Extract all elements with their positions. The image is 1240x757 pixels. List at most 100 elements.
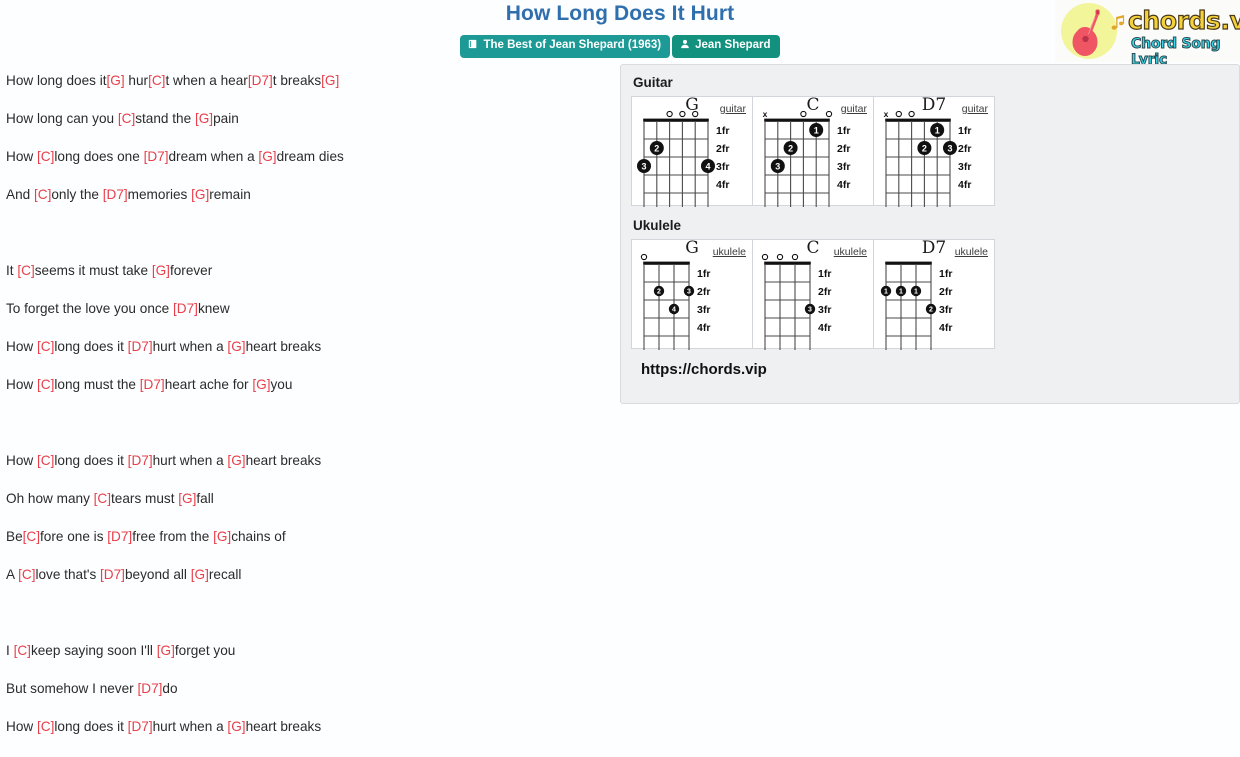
chord-token[interactable]: [C] xyxy=(37,720,54,734)
svg-text:3: 3 xyxy=(687,289,691,296)
lyric-text: heart breaks xyxy=(245,339,322,355)
chord-diagram-ukulele-C[interactable]: Cukulele 1fr 2fr 3fr 4fr 3 xyxy=(752,238,874,355)
chord-diagram-guitar-C[interactable]: Cguitar x 1fr 2fr 3fr 4fr 1 2 3 xyxy=(752,95,874,212)
chord-token[interactable]: [C] xyxy=(94,492,111,506)
panel-url[interactable]: https://chords.vip xyxy=(641,361,1229,378)
svg-text:2fr: 2fr xyxy=(958,143,971,155)
lyric-line: But somehow I never [D7] do xyxy=(6,670,606,708)
chord-token[interactable]: [D7] xyxy=(140,378,165,392)
lyric-text: Oh how many xyxy=(6,491,94,507)
lyric-text: do xyxy=(162,681,178,697)
svg-text:1fr: 1fr xyxy=(939,268,952,280)
chord-token[interactable]: [D7] xyxy=(248,74,273,88)
chord-token[interactable]: [G] xyxy=(252,378,270,392)
lyric-text: I xyxy=(6,643,14,659)
chord-token[interactable]: [D7] xyxy=(173,302,198,316)
chord-token[interactable]: [C] xyxy=(37,378,54,392)
svg-text:1fr: 1fr xyxy=(716,125,729,137)
svg-text:2fr: 2fr xyxy=(716,143,729,155)
chord-token[interactable]: [G] xyxy=(107,74,125,88)
lyric-line: Oh how many [C] tears must [G] fall xyxy=(6,480,606,518)
chord-token[interactable]: [G] xyxy=(178,492,196,506)
lyric-text: forget you xyxy=(174,643,236,659)
chord-token[interactable]: [D7] xyxy=(100,568,125,582)
chord-token[interactable]: [C] xyxy=(14,644,31,658)
svg-text:4fr: 4fr xyxy=(837,179,850,191)
artist-badge-label: Jean Shepard xyxy=(695,39,771,51)
lyric-line: As [C]long as I [D7]keep loving [G]you xyxy=(6,746,606,757)
lyric-text: How long does it xyxy=(6,73,107,89)
svg-text:3: 3 xyxy=(808,307,812,314)
chord-token[interactable]: [D7] xyxy=(128,340,153,354)
svg-text:3fr: 3fr xyxy=(818,304,831,316)
chord-token[interactable]: [C] xyxy=(148,74,165,88)
chord-diagram-ukulele-D7[interactable]: D7 ukulele 1fr 2fr 3fr 4fr 1 1 1 2 xyxy=(873,238,995,355)
chord-token[interactable]: [C] xyxy=(37,340,54,354)
lyric-text: stand the xyxy=(135,111,195,127)
chord-token[interactable]: [C] xyxy=(18,568,35,582)
chord-token[interactable]: [D7] xyxy=(137,682,162,696)
lyric-text: pain xyxy=(213,111,239,127)
lyric-text: long does it xyxy=(54,339,128,355)
ukulele-section-title: Ukulele xyxy=(633,218,682,233)
site-logo[interactable]: chords.vip Chord Song Lyric xyxy=(1055,0,1240,69)
svg-text:x: x xyxy=(763,109,768,119)
artist-badge[interactable]: Jean Shepard xyxy=(672,35,780,58)
lyric-text: remain xyxy=(209,187,251,203)
lyric-text: dream when a xyxy=(168,149,259,165)
chord-token[interactable]: [G] xyxy=(195,112,213,126)
chord-token[interactable]: [G] xyxy=(227,454,245,468)
svg-text:x: x xyxy=(884,109,889,119)
lyric-line: I [C] keep saying soon I'll [G] forget you xyxy=(6,632,606,670)
ukulele-chord-row: Gukulele 1fr 2fr 3fr 4fr 2 3 4 Cukulele 1fr 2fr 3fr… xyxy=(631,238,1229,355)
lyric-line: And [C] only the [D7] memories [G] remain xyxy=(6,176,606,214)
svg-text:1fr: 1fr xyxy=(837,125,850,137)
svg-text:4fr: 4fr xyxy=(939,322,952,334)
chord-token[interactable]: [C] xyxy=(17,264,34,278)
svg-text:3fr: 3fr xyxy=(837,161,850,173)
chord-diagram-ukulele-G[interactable]: Gukulele 1fr 2fr 3fr 4fr 2 3 4 xyxy=(631,238,753,355)
chord-token[interactable]: [G] xyxy=(191,568,209,582)
lyric-text: heart breaks xyxy=(245,453,322,469)
svg-text:4: 4 xyxy=(705,161,710,171)
chord-token[interactable]: [C] xyxy=(34,188,51,202)
svg-text:2fr: 2fr xyxy=(697,286,710,298)
chord-token[interactable]: [G] xyxy=(227,720,245,734)
chord-token[interactable]: [G] xyxy=(191,188,209,202)
lyrics-list: How long does it [G] hur [C] t when a hear[… xyxy=(6,62,606,757)
chord-token[interactable]: [C] xyxy=(37,150,54,164)
chord-token[interactable]: [G] xyxy=(227,340,245,354)
svg-text:1: 1 xyxy=(884,289,888,296)
lyric-text: hurt when a xyxy=(152,453,228,469)
chord-token[interactable]: [G] xyxy=(157,644,175,658)
lyric-text: long does one xyxy=(54,149,144,165)
guitar-section-title: Guitar xyxy=(633,75,673,90)
lyric-text: dream dies xyxy=(276,149,344,165)
lyric-text: t when a hear xyxy=(165,73,248,89)
chord-token[interactable]: [G] xyxy=(213,530,231,544)
chord-token[interactable]: [D7] xyxy=(128,720,153,734)
svg-text:3: 3 xyxy=(947,143,952,153)
chord-token[interactable]: [C] xyxy=(23,530,40,544)
chord-token[interactable]: [C] xyxy=(37,454,54,468)
chord-token[interactable]: [D7] xyxy=(144,150,169,164)
svg-text:2fr: 2fr xyxy=(818,286,831,298)
lyric-text: you xyxy=(270,377,293,393)
lyric-text: beyond all xyxy=(124,567,191,583)
lyric-line: To forget the love you once [D7] knew xyxy=(6,290,606,328)
album-badge[interactable]: The Best of Jean Shepard (1963) xyxy=(460,35,671,58)
lyric-line: It [C] seems it must take [G] forever xyxy=(6,252,606,290)
chord-diagram-guitar-D7[interactable]: D7 guitar x 1fr 2fr 3fr 4fr 1 2 3 xyxy=(873,95,995,212)
lyric-spacer xyxy=(6,594,606,632)
chord-token[interactable]: [D7] xyxy=(103,188,128,202)
chord-token[interactable]: [G] xyxy=(321,74,339,88)
chord-diagram-guitar-G[interactable]: Gguitar 1fr 2fr 3fr 4fr 2 3 4 xyxy=(631,95,753,212)
chord-token[interactable]: [G] xyxy=(152,264,170,278)
instrument-label: guitar xyxy=(719,103,746,115)
chord-token[interactable]: [D7] xyxy=(107,530,132,544)
svg-text:1fr: 1fr xyxy=(697,268,710,280)
chord-token[interactable]: [C] xyxy=(118,112,135,126)
chord-token[interactable]: [D7] xyxy=(128,454,153,468)
chord-token[interactable]: [G] xyxy=(258,150,276,164)
badge-group: The Best of Jean Shepard (1963) Jean She… xyxy=(0,35,1240,58)
